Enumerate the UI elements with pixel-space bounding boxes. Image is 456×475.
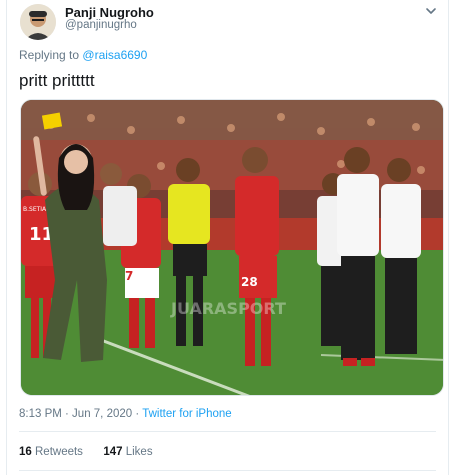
reply-context: Replying to @raisa6690 [19, 48, 147, 62]
tweet-meta: 8:13 PM · Jun 7, 2020 · Twitter for iPho… [19, 408, 232, 420]
likes-label: Likes [125, 446, 153, 458]
tweet-photo[interactable]: 11 B.SETIAWAN 7 28 JUARASPORT [20, 99, 444, 396]
retweets-stat[interactable]: 16 Retweets [19, 446, 86, 458]
likes-stat[interactable]: 147 Likes [103, 446, 152, 458]
source-link[interactable]: Twitter for iPhone [142, 408, 231, 420]
retweets-label: Retweets [35, 446, 83, 458]
reply-prefix: Replying to [19, 48, 80, 62]
chevron-down-icon[interactable] [424, 4, 438, 18]
photo-watermark: JUARASPORT [170, 299, 286, 318]
jersey-number-7: 7 [125, 269, 133, 283]
avatar-image [20, 4, 56, 40]
avatar[interactable] [20, 4, 56, 40]
divider [19, 431, 436, 432]
tweet-card: Panji Nugroho @panjinugrho Replying to @… [6, 0, 449, 475]
author-display-name[interactable]: Panji Nugroho [65, 5, 154, 20]
author-handle[interactable]: @panjinugrho [65, 19, 137, 31]
meta-separator: · [135, 408, 140, 420]
likes-count: 147 [103, 446, 123, 458]
reply-to-link[interactable]: @raisa6690 [82, 48, 147, 62]
football-match-photo: 11 B.SETIAWAN 7 28 JUARASPORT [21, 100, 443, 395]
retweets-count: 16 [19, 446, 32, 458]
divider-bottom [19, 470, 436, 471]
tweet-text: pritt prittttt [19, 71, 95, 90]
tweet-stats: 16 Retweets 147 Likes [19, 446, 153, 458]
timestamp-link[interactable]: 8:13 PM · Jun 7, 2020 [19, 408, 132, 420]
jersey-number-28: 28 [241, 275, 258, 289]
